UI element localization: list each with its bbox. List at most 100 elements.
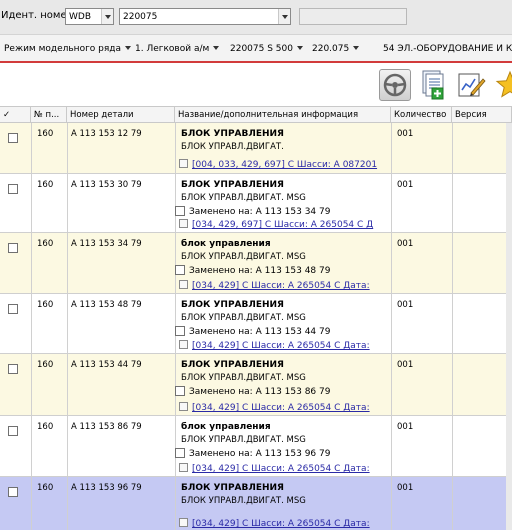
table-row[interactable]: 160 A 113 153 30 79 БЛОК УПРАВЛЕНИЯ БЛОК… [0, 174, 512, 233]
row-quantity: 001 [397, 300, 414, 310]
replaced-checkbox[interactable] [175, 265, 185, 275]
usage-link-text: [034, 429] С Шасси: A 265054 С Дата: [192, 281, 370, 291]
crumb-label: 54 ЭЛ.-ОБОРУДОВАНИЕ И КО [383, 44, 512, 54]
column-divider [67, 174, 68, 232]
table-header: ✓ № п... Номер детали Название/дополните… [0, 106, 512, 123]
row-subtitle: БЛОК УПРАВЛ.ДВИГАТ. MSG [181, 496, 306, 506]
row-checkbox[interactable] [8, 243, 18, 253]
header-position[interactable]: № п... [31, 107, 67, 122]
favorite-button[interactable] [494, 69, 512, 101]
chart-edit-button[interactable] [455, 69, 487, 101]
replaced-label: Заменено на: [189, 266, 253, 276]
replaced-label: Заменено на: [189, 327, 253, 337]
row-subtitle: БЛОК УПРАВЛ.ДВИГАТ. MSG [181, 252, 306, 262]
vertical-scrollbar[interactable] [506, 123, 512, 530]
row-checkbox[interactable] [8, 133, 18, 143]
row-title: БЛОК УПРАВЛЕНИЯ [181, 360, 284, 370]
row-checkbox[interactable] [8, 487, 18, 497]
usage-link-text: [034, 429] С Шасси: A 265054 С Дата: [192, 403, 370, 413]
column-divider [67, 477, 68, 530]
row-quantity: 001 [397, 483, 414, 493]
column-divider [67, 123, 68, 173]
usage-link-text: [034, 429] С Шасси: A 265054 С Дата: [192, 464, 370, 474]
row-title: блок управления [181, 239, 271, 249]
table-row[interactable]: 160 A 113 153 96 79 БЛОК УПРАВЛЕНИЯ БЛОК… [0, 477, 512, 530]
row-checkbox[interactable] [8, 426, 18, 436]
replaced-checkbox[interactable] [175, 448, 185, 458]
ident-label: Идент. номер [1, 10, 73, 21]
row-checkbox[interactable] [8, 364, 18, 374]
steering-wheel-button[interactable] [379, 69, 411, 101]
row-checkbox[interactable] [8, 184, 18, 194]
row-position: 160 [37, 300, 54, 310]
replaced-checkbox[interactable] [175, 326, 185, 336]
replaced-label: Заменено на: [189, 207, 253, 217]
parts-table: 160 A 113 153 12 79 БЛОК УПРАВЛЕНИЯ БЛОК… [0, 123, 512, 530]
replaced-label: Заменено на: [189, 449, 253, 459]
chevron-down-icon[interactable] [278, 9, 290, 24]
column-divider [175, 477, 176, 530]
header-check[interactable]: ✓ [0, 107, 31, 122]
row-replaced: Заменено на: A 113 153 86 79 [175, 386, 330, 397]
usage-link-text: [034, 429] С Шасси: A 265054 С Дата: [192, 519, 370, 529]
row-replaced: Заменено на: A 113 153 48 79 [175, 265, 330, 276]
table-row[interactable]: 160 A 113 153 86 79 блок управления БЛОК… [0, 416, 512, 477]
header-part-number[interactable]: Номер детали [67, 107, 175, 122]
crumb-model[interactable]: 220075 S 500 [230, 44, 303, 54]
row-quantity: 001 [397, 422, 414, 432]
row-usage-link[interactable]: [034, 429] С Шасси: A 265054 С Дата: [179, 463, 370, 474]
replaced-checkbox[interactable] [175, 386, 185, 396]
row-position: 160 [37, 422, 54, 432]
steering-wheel-icon [383, 73, 407, 97]
column-divider [452, 416, 453, 476]
row-usage-link[interactable]: [034, 429] С Шасси: A 265054 С Дата: [179, 280, 370, 291]
table-row[interactable]: 160 A 113 153 44 79 БЛОК УПРАВЛЕНИЯ БЛОК… [0, 354, 512, 416]
row-subtitle: БЛОК УПРАВЛ.ДВИГАТ. MSG [181, 193, 306, 203]
chevron-down-icon[interactable] [101, 9, 113, 24]
column-divider [31, 174, 32, 232]
usage-link-text: [034, 429] С Шасси: A 265054 С Дата: [192, 341, 370, 351]
row-part-number: A 113 153 30 79 [71, 180, 142, 190]
row-usage-link[interactable]: [034, 429, 697] С Шасси: A 265054 С Д [179, 219, 373, 230]
row-usage-link[interactable]: [034, 429] С Шасси: A 265054 С Дата: [179, 518, 370, 529]
crumb-type[interactable]: 220.075 [312, 44, 360, 54]
chevron-down-icon [353, 46, 360, 50]
row-position: 160 [37, 129, 54, 139]
header-version[interactable]: Версия [452, 107, 512, 122]
ident-prefix-select[interactable]: WDB [65, 8, 114, 25]
replaced-part-number: A 113 153 86 79 [255, 387, 331, 397]
row-subtitle: БЛОК УПРАВЛ.ДВИГАТ. MSG [181, 435, 306, 445]
row-usage-link[interactable]: [034, 429] С Шасси: A 265054 С Дата: [179, 402, 370, 413]
column-divider [452, 477, 453, 530]
row-checkbox[interactable] [8, 304, 18, 314]
ident-extra-field[interactable] [299, 8, 407, 25]
replaced-part-number: A 113 153 48 79 [255, 266, 331, 276]
crumb-group[interactable]: 54 ЭЛ.-ОБОРУДОВАНИЕ И КО [383, 44, 512, 54]
table-row[interactable]: 160 A 113 153 48 79 БЛОК УПРАВЛЕНИЯ БЛОК… [0, 294, 512, 354]
column-divider [31, 233, 32, 293]
star-icon [495, 70, 512, 98]
row-quantity: 001 [397, 239, 414, 249]
column-divider [175, 294, 176, 353]
catalog-breadcrumb: Режим модельного ряда 1. Легковой а/м 22… [0, 34, 512, 63]
table-row[interactable]: 160 A 113 153 12 79 БЛОК УПРАВЛЕНИЯ БЛОК… [0, 123, 512, 174]
header-name[interactable]: Название/дополнительная информация [175, 107, 391, 122]
crumb-vehicle-class[interactable]: 1. Легковой а/м [135, 44, 220, 54]
row-usage-link[interactable]: [034, 429] С Шасси: A 265054 С Дата: [179, 340, 370, 351]
replaced-checkbox[interactable] [175, 206, 185, 216]
header-quantity[interactable]: Количество [391, 107, 452, 122]
row-title: БЛОК УПРАВЛЕНИЯ [181, 483, 284, 493]
ident-number-input[interactable]: 220075 [119, 8, 291, 25]
document-icon [179, 402, 188, 411]
replaced-part-number: A 113 153 96 79 [255, 449, 331, 459]
row-title: блок управления [181, 422, 271, 432]
add-document-button[interactable] [417, 69, 449, 101]
column-divider [67, 416, 68, 476]
table-row[interactable]: 160 A 113 153 34 79 блок управления БЛОК… [0, 233, 512, 294]
crumb-label: 220.075 [312, 44, 350, 54]
row-quantity: 001 [397, 180, 414, 190]
crumb-model-mode[interactable]: Режим модельного ряда [4, 44, 132, 54]
column-divider [452, 233, 453, 293]
row-title: БЛОК УПРАВЛЕНИЯ [181, 129, 284, 139]
row-usage-link[interactable]: [004, 033, 429, 697] С Шасси: A 087201 [179, 159, 377, 170]
